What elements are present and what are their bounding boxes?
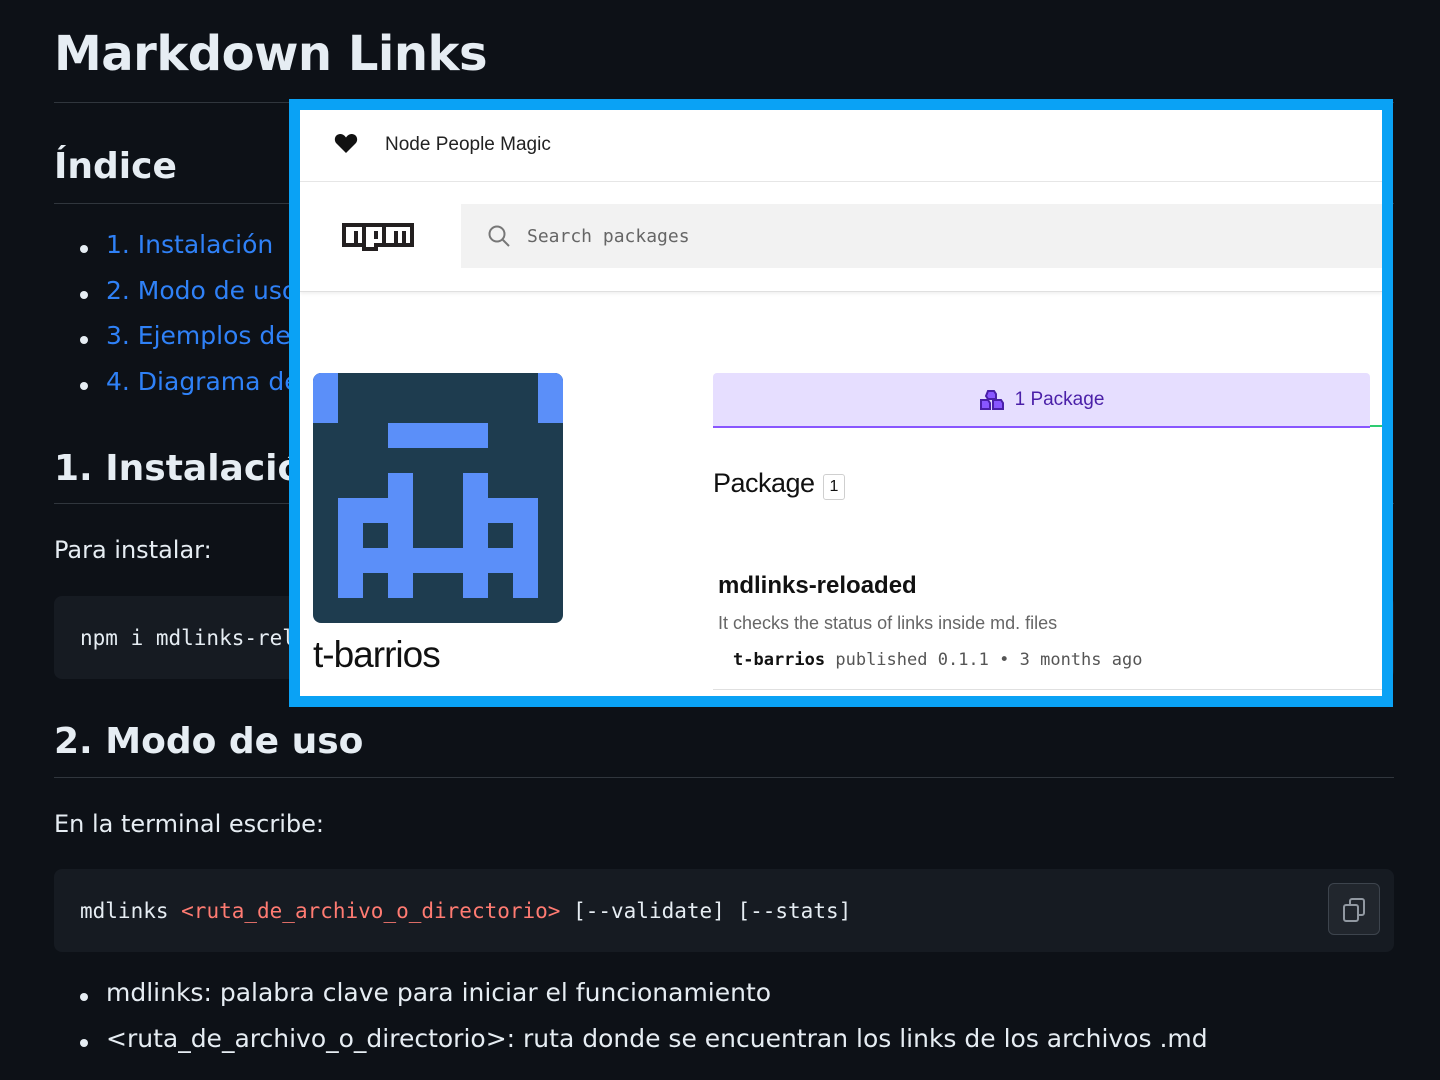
package-author-link[interactable]: t-barrios bbox=[733, 650, 825, 670]
toc-link-diagram[interactable]: 4. Diagrama de f bbox=[80, 367, 316, 413]
usage-code-cmd: mdlinks bbox=[80, 898, 182, 923]
search-box bbox=[461, 204, 1382, 268]
npm-screenshot-overlay: Node People Magic npm bbox=[289, 99, 1393, 707]
usage-divider bbox=[54, 777, 1394, 778]
package-description: It checks the status of links inside md.… bbox=[718, 613, 1058, 633]
packages-icon bbox=[979, 389, 1004, 410]
usage-code-block: mdlinks <ruta_de_archivo_o_directorio> [… bbox=[54, 869, 1394, 952]
tab-packages-label: 1 Package bbox=[1014, 388, 1105, 410]
tab-packages[interactable]: 1 Package bbox=[713, 373, 1370, 428]
usage-heading: 2. Modo de uso bbox=[54, 721, 364, 762]
profile-username: t-barrios bbox=[313, 634, 441, 675]
packages-section-title: Package bbox=[713, 468, 815, 498]
toc-link-installation[interactable]: 1. Instalación bbox=[80, 230, 316, 276]
copy-button[interactable] bbox=[1328, 883, 1380, 935]
table-of-contents: 1. Instalación 2. Modo de uso 3. Ejemplo… bbox=[80, 230, 316, 412]
heart-icon bbox=[334, 133, 358, 153]
usage-code-flags: [--validate] [--stats] bbox=[560, 898, 852, 923]
usage-text: En la terminal escribe: bbox=[54, 810, 324, 838]
install-text: Para instalar: bbox=[54, 536, 212, 564]
installation-heading: 1. Instalación bbox=[54, 448, 328, 489]
package-published-time: 3 months ago bbox=[1019, 650, 1143, 670]
package-meta: t-barrios published 0.1.1 • 3 months ago bbox=[733, 650, 1142, 670]
list-item: mdlinks: palabra clave para iniciar el f… bbox=[80, 978, 1208, 1024]
toc-link-examples[interactable]: 3. Ejemplos de u bbox=[80, 321, 316, 367]
package-name-link[interactable]: mdlinks-reloaded bbox=[718, 572, 917, 600]
npm-logo[interactable]: npm bbox=[333, 223, 423, 251]
npm-top-banner: Node People Magic bbox=[300, 110, 1382, 182]
package-version: 0.1.1 bbox=[937, 650, 989, 670]
npm-tagline[interactable]: Node People Magic bbox=[385, 134, 551, 156]
tab-accent bbox=[1370, 425, 1382, 427]
index-heading: Índice bbox=[54, 146, 177, 187]
toc-link-usage[interactable]: 2. Modo de uso bbox=[80, 276, 316, 322]
package-count-badge: 1 bbox=[823, 474, 845, 500]
meta-separator: • bbox=[988, 650, 1020, 670]
list-item: <ruta_de_archivo_o_directorio>: ruta don… bbox=[80, 1024, 1208, 1070]
usage-bullets: mdlinks: palabra clave para iniciar el f… bbox=[80, 978, 1208, 1070]
usage-code-arg: <ruta_de_archivo_o_directorio> bbox=[181, 898, 561, 923]
npm-search-bar: npm bbox=[300, 182, 1382, 292]
package-divider bbox=[713, 689, 1382, 690]
install-code: npm i mdlinks-relo bbox=[80, 625, 308, 650]
page-title: Markdown Links bbox=[54, 26, 488, 82]
search-input[interactable] bbox=[527, 204, 1382, 268]
avatar bbox=[313, 373, 563, 623]
published-label: published bbox=[825, 650, 938, 670]
search-icon bbox=[488, 225, 510, 247]
